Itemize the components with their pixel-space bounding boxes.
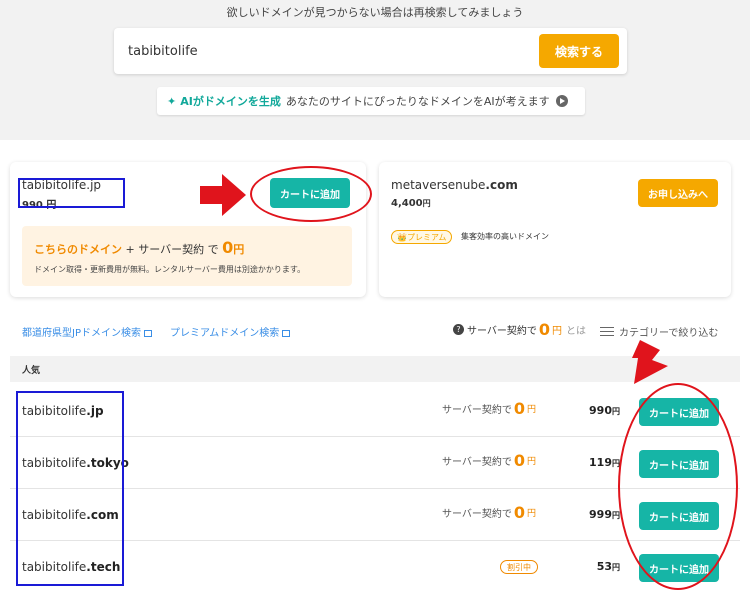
row-price-value: 999 — [589, 508, 612, 521]
research-hint: 欲しいドメインが見つからない場合は再検索してみましょう — [226, 6, 524, 19]
jp-domain-search-link[interactable]: 都道府県型JPドメイン検索 — [22, 324, 152, 339]
row-server-offer: サーバー契約で 0 円 — [442, 451, 536, 470]
row-price-value: 990 — [589, 404, 612, 417]
row-price: 990円 — [589, 404, 620, 417]
server-note-yen: 円 — [552, 326, 563, 337]
server-note-toha: とは — [566, 326, 587, 337]
search-input[interactable] — [128, 40, 508, 62]
promo-note: ドメイン取得・更新費用が無料。レンタルサーバー費用は別途かかります。 — [34, 265, 306, 274]
row-price: 999円 — [589, 508, 620, 521]
server-note-label: サーバー契約で — [467, 326, 537, 337]
external-link-icon — [282, 329, 291, 337]
promo-zero: 0 — [222, 238, 234, 257]
premium-domain-search-label: プレミアムドメイン検索 — [170, 328, 280, 339]
row-server-label: サーバー契約で — [442, 509, 512, 520]
row-server-yen: 円 — [527, 509, 537, 519]
annotation-blue-box — [18, 178, 125, 208]
search-links-row: 都道府県型JPドメイン検索 プレミアムドメイン検索 ? サーバー契約で 0 円 … — [0, 320, 750, 342]
server-promo-box: こちらのドメイン + サーバー契約 で 0円 ドメイン取得・更新費用が無料。レン… — [22, 226, 352, 286]
sparkle-icon: ✦ — [167, 94, 177, 108]
row-server-zero: 0 — [513, 503, 526, 522]
promo-plus-server: + サーバー契約 で — [122, 243, 223, 256]
server-note-zero: 0 — [538, 320, 551, 339]
discount-badge: 割引中 — [500, 560, 538, 574]
row-server-yen: 円 — [527, 405, 537, 415]
premium-domain-card: metaversenube.com 4,400円 お申し込みへ 👑プレミアム 集… — [379, 162, 731, 297]
premium-price-value: 4,400 — [391, 198, 423, 209]
annotation-red-arrow-down — [632, 340, 668, 384]
row-server-offer: サーバー契約で 0 円 — [442, 399, 536, 418]
server-contract-info[interactable]: ? サーバー契約で 0 円 とは — [453, 320, 586, 339]
premium-domain-tld: .com — [485, 178, 518, 192]
premium-badge: 👑プレミアム — [391, 230, 453, 244]
annotation-blue-box — [16, 391, 124, 586]
ai-generate-desc: あなたのサイトにぴったりなドメインをAIが考えます — [285, 95, 550, 108]
apply-button[interactable]: お申し込みへ — [638, 179, 718, 207]
promo-yen: 円 — [233, 243, 245, 256]
jp-domain-search-label: 都道府県型JPドメイン検索 — [22, 328, 141, 339]
category-filter-label: カテゴリーで絞り込む — [619, 328, 719, 339]
ai-generate-label: AIがドメインを生成 — [180, 95, 281, 108]
row-price: 53円 — [597, 560, 620, 573]
question-icon: ? — [453, 324, 464, 335]
promo-headline: こちらのドメイン + サーバー契約 で 0円 — [34, 238, 244, 257]
promo-this-domain: こちらのドメイン — [34, 243, 122, 256]
row-price-value: 119 — [589, 456, 612, 469]
play-icon[interactable] — [555, 95, 568, 107]
ai-generate-bar[interactable]: ✦ AIがドメインを生成 あなたのサイトにぴったりなドメインをAIが考えます — [157, 87, 585, 115]
popular-header-label: 人気 — [22, 366, 41, 376]
search-box: 検索する — [114, 28, 627, 74]
annotation-red-ellipse — [250, 166, 372, 222]
row-price-yen: 円 — [612, 407, 620, 416]
premium-domain-search-link[interactable]: プレミアムドメイン検索 — [170, 324, 291, 339]
row-server-yen: 円 — [527, 457, 537, 467]
row-server-zero: 0 — [513, 399, 526, 418]
row-price-value: 53 — [596, 560, 612, 573]
premium-domain-name: metaversenube.com — [391, 178, 518, 192]
premium-domain-price: 4,400円 — [391, 198, 431, 209]
premium-desc: 集客効率の高いドメイン — [461, 232, 549, 241]
row-server-offer: サーバー契約で 0 円 — [442, 503, 536, 522]
row-server-label: サーバー契約で — [442, 405, 512, 416]
row-price-yen: 円 — [612, 511, 620, 520]
row-server-label: サーバー契約で — [442, 457, 512, 468]
search-section: 欲しいドメインが見つからない場合は再検索してみましょう 検索する ✦ AIがドメ… — [0, 0, 750, 140]
search-button[interactable]: 検索する — [539, 34, 619, 68]
category-filter[interactable]: カテゴリーで絞り込む — [600, 324, 718, 339]
row-server-zero: 0 — [513, 451, 526, 470]
external-link-icon — [143, 329, 152, 337]
filter-icon — [600, 326, 614, 337]
row-price: 119円 — [589, 456, 620, 469]
premium-domain-label: metaversenube — [391, 178, 486, 192]
annotation-red-arrow-right — [200, 174, 246, 216]
row-price-yen: 円 — [612, 563, 620, 572]
annotation-red-ellipse — [618, 383, 738, 590]
premium-price-yen: 円 — [422, 199, 431, 208]
